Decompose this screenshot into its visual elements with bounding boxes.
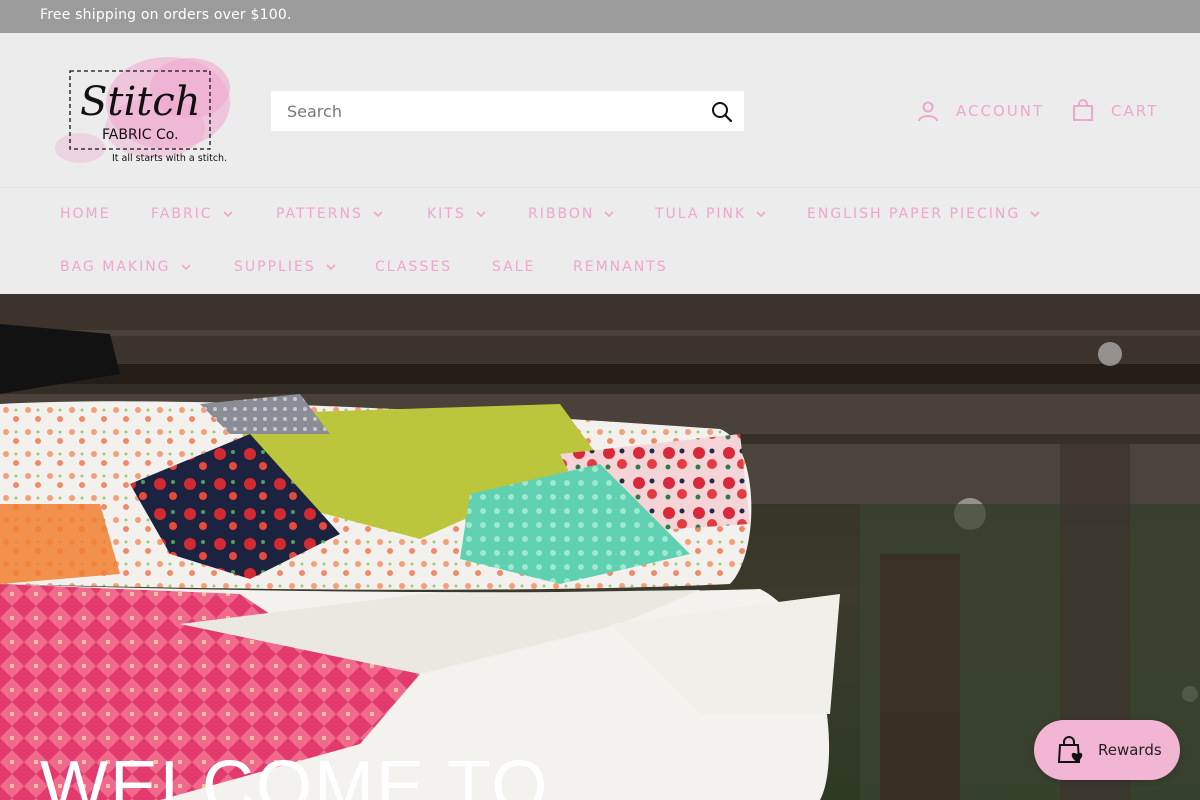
cart-label: CART (1111, 102, 1159, 120)
nav-item-label: SALE (492, 259, 536, 275)
main-navigation: HOME FABRIC PATTERNS KITS RIBBON TULA PI… (0, 188, 1200, 294)
gift-bag-heart-icon (1057, 736, 1083, 763)
nav-item-remnants[interactable]: REMNANTS (573, 257, 668, 277)
nav-item-label: RIBBON (528, 206, 595, 222)
nav-item-home[interactable]: HOME (60, 204, 110, 224)
hero-title: WELCOME TO (40, 747, 550, 800)
chevron-down-icon (756, 210, 766, 217)
hero-banner: WELCOME TO (0, 294, 1200, 800)
nav-item-label: TULA PINK (655, 206, 747, 222)
nav-item-sale[interactable]: SALE (492, 257, 535, 277)
nav-item-label: BAG MAKING (60, 259, 171, 275)
nav-item-kits[interactable]: KITS (427, 204, 486, 224)
logo-tagline: It all starts with a stitch. (112, 153, 228, 164)
nav-item-fabric[interactable]: FABRIC (151, 204, 233, 224)
account-link[interactable]: ACCOUNT (916, 97, 1044, 125)
search-input[interactable] (271, 91, 691, 131)
announcement-bar: Free shipping on orders over $100. (0, 0, 1200, 33)
rewards-button[interactable]: Rewards (1034, 720, 1180, 780)
site-header: Stitch FABRIC Co. It all starts with a s… (0, 33, 1200, 188)
nav-item-classes[interactable]: CLASSES (375, 257, 452, 277)
nav-item-label: PATTERNS (276, 206, 363, 222)
chevron-down-icon (180, 263, 191, 270)
search-button[interactable] (710, 100, 734, 124)
nav-item-english-paper-piecing[interactable]: ENGLISH PAPER PIECING (807, 204, 1040, 224)
nav-item-tula-pink[interactable]: TULA PINK (655, 204, 766, 224)
nav-item-label: SUPPLIES (234, 259, 316, 275)
chevron-down-icon (326, 263, 336, 270)
chevron-down-icon (604, 210, 614, 217)
nav-item-patterns[interactable]: PATTERNS (276, 204, 383, 224)
nav-item-label: HOME (60, 206, 111, 222)
search-icon (712, 102, 733, 123)
nav-item-label: KITS (427, 206, 466, 222)
nav-item-label: CLASSES (375, 259, 452, 275)
nav-item-bag-making[interactable]: BAG MAKING (60, 257, 191, 277)
svg-text:Stitch: Stitch (80, 79, 201, 125)
account-label: ACCOUNT (956, 102, 1045, 120)
hero-image (0, 294, 1200, 800)
shopping-bag-icon (1073, 99, 1093, 121)
user-icon (918, 101, 938, 122)
nav-item-label: FABRIC (151, 206, 213, 222)
chevron-down-icon (223, 210, 233, 217)
nav-item-ribbon[interactable]: RIBBON (528, 204, 614, 224)
search-bar (271, 91, 744, 131)
svg-text:FABRIC Co.: FABRIC Co. (102, 127, 179, 143)
chevron-down-icon (373, 210, 383, 217)
chevron-down-icon (476, 210, 486, 217)
store-logo[interactable]: Stitch FABRIC Co. It all starts with a s… (50, 53, 235, 171)
announcement-text: Free shipping on orders over $100. (40, 7, 292, 23)
nav-item-supplies[interactable]: SUPPLIES (234, 257, 336, 277)
nav-item-label: REMNANTS (573, 259, 668, 275)
cart-link[interactable]: CART (1071, 97, 1158, 125)
chevron-down-icon (1030, 210, 1040, 217)
rewards-label: Rewards (1098, 741, 1162, 759)
nav-item-label: ENGLISH PAPER PIECING (807, 206, 1021, 222)
